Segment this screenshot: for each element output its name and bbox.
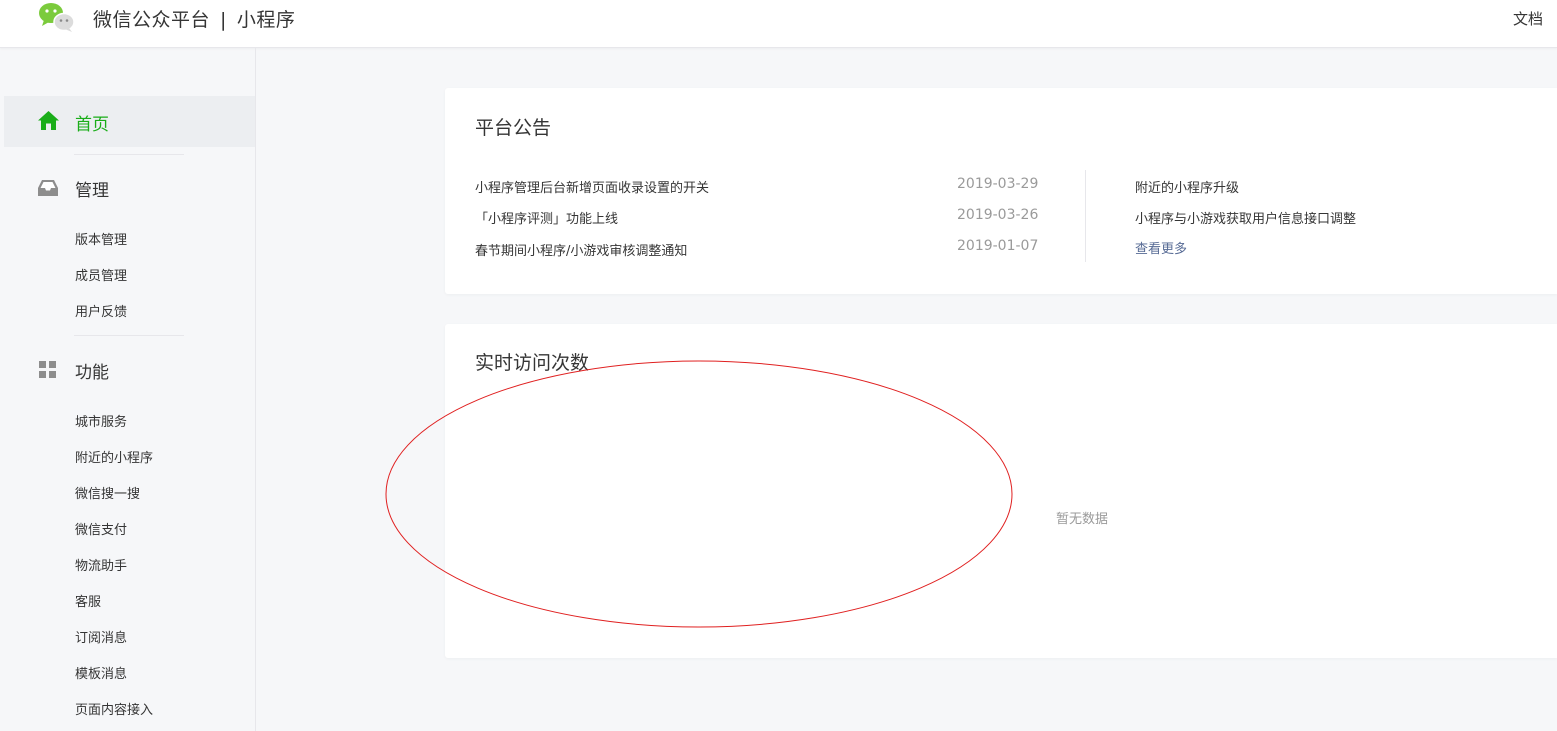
sidebar-item-user-feedback[interactable]: 用户反馈 <box>75 301 127 320</box>
sidebar-group-label: 功能 <box>75 363 109 383</box>
empty-state-text: 暂无数据 <box>1056 512 1109 527</box>
sidebar-group-manage[interactable]: 管理 <box>0 173 255 203</box>
realtime-visits-title: 实时访问次数 <box>475 352 590 374</box>
announcement-link[interactable]: 小程序管理后台新增页面收录设置的开关 <box>475 177 709 196</box>
announcement-link[interactable]: 小程序与小游戏获取用户信息接口调整 <box>1135 208 1356 227</box>
announcement-date: 2019-03-26 <box>957 207 1039 223</box>
home-icon <box>38 111 59 130</box>
announcement-link[interactable]: 春节期间小程序/小游戏审核调整通知 <box>475 240 687 259</box>
view-more-link[interactable]: 查看更多 <box>1135 238 1187 257</box>
sidebar-group-features[interactable]: 功能 <box>0 355 255 385</box>
inbox-icon <box>38 180 58 196</box>
brand-title[interactable]: 微信公众平台 | 小程序 <box>93 5 295 32</box>
announcements-card: 平台公告 小程序管理后台新增页面收录设置的开关 2019-03-29 「小程序评… <box>445 88 1557 294</box>
top-header: 微信公众平台 | 小程序 文档 <box>0 0 1557 48</box>
sidebar: 首页 管理 版本管理 成员管理 用户反馈 功能 城市服务 附近的小程序 微信搜一… <box>0 48 256 731</box>
sidebar-item-logistics[interactable]: 物流助手 <box>75 555 127 574</box>
sidebar-group-label: 管理 <box>75 181 109 201</box>
sidebar-divider <box>74 154 184 155</box>
sidebar-item-wechat-pay[interactable]: 微信支付 <box>75 519 127 538</box>
grid-icon <box>39 361 56 378</box>
docs-link[interactable]: 文档 <box>1513 8 1543 29</box>
sidebar-item-version-management[interactable]: 版本管理 <box>75 229 127 248</box>
sidebar-item-nearby-miniprograms[interactable]: 附近的小程序 <box>75 447 153 466</box>
sidebar-item-member-management[interactable]: 成员管理 <box>75 265 127 284</box>
column-divider <box>1085 170 1086 262</box>
wechat-logo-icon[interactable] <box>36 1 76 33</box>
platform-name: 微信公众平台 <box>93 9 211 31</box>
sidebar-item-template-messages[interactable]: 模板消息 <box>75 663 127 682</box>
sidebar-item-city-services[interactable]: 城市服务 <box>75 411 127 430</box>
brand-separator: | <box>220 9 227 31</box>
product-name: 小程序 <box>236 9 296 31</box>
announcement-date: 2019-01-07 <box>957 238 1039 254</box>
sidebar-item-page-content[interactable]: 页面内容接入 <box>75 699 153 718</box>
announcement-link[interactable]: 附近的小程序升级 <box>1135 177 1239 196</box>
sidebar-item-home[interactable]: 首页 <box>4 96 255 147</box>
sidebar-item-subscribe-messages[interactable]: 订阅消息 <box>75 627 127 646</box>
sidebar-item-label: 首页 <box>75 115 109 135</box>
realtime-visits-card: 实时访问次数 暂无数据 <box>445 324 1557 658</box>
sidebar-item-customer-service[interactable]: 客服 <box>75 591 101 610</box>
sidebar-divider <box>74 335 184 336</box>
sidebar-item-wechat-search[interactable]: 微信搜一搜 <box>75 483 140 502</box>
announcement-date: 2019-03-29 <box>957 176 1039 192</box>
announcements-title: 平台公告 <box>475 117 552 139</box>
announcement-link[interactable]: 「小程序评测」功能上线 <box>475 208 618 227</box>
